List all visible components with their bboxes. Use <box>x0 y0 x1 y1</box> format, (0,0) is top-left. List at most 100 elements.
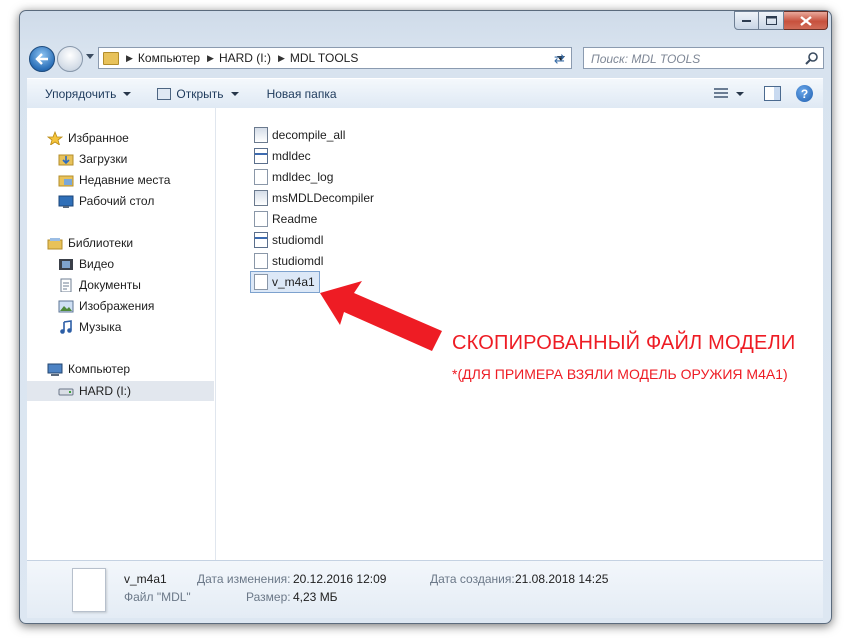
sidebar-item-desktop[interactable]: Рабочий стол <box>58 191 154 211</box>
recent-places-icon <box>58 175 74 187</box>
search-icon[interactable] <box>805 51 819 65</box>
chevron-down-icon <box>230 91 239 96</box>
sidebar-item-drive[interactable]: HARD (I:) <box>58 381 131 401</box>
file-item[interactable]: mdldec_log <box>254 167 333 187</box>
view-controls: ? <box>714 79 823 108</box>
batch-file-icon <box>254 127 268 143</box>
open-label: Открыть <box>176 86 224 101</box>
video-icon <box>59 259 73 270</box>
sidebar-label: Документы <box>79 278 141 292</box>
new-folder-button[interactable]: Новая папка <box>260 81 344 106</box>
restore-icon <box>765 16 777 25</box>
search-placeholder[interactable]: Поиск: MDL TOOLS <box>591 52 700 66</box>
forward-button[interactable] <box>57 46 83 72</box>
sidebar-label: Рабочий стол <box>79 194 155 208</box>
chevron-down-icon[interactable] <box>736 91 744 96</box>
caption-buttons <box>734 11 828 30</box>
images-icon <box>58 300 74 313</box>
back-arrow-icon <box>35 53 48 65</box>
sidebar-item-video[interactable]: Видео <box>58 254 114 274</box>
details-file-name: v_m4a1 <box>124 572 167 586</box>
breadcrumb-folder[interactable]: MDL TOOLS <box>290 51 358 65</box>
organize-label: Упорядочить <box>45 86 117 101</box>
file-item[interactable]: Readme <box>254 209 317 229</box>
modified-label: Дата изменения: <box>197 572 291 586</box>
sidebar-item-favorites[interactable]: Избранное <box>47 128 129 148</box>
sidebar-item-recent[interactable]: Недавние места <box>58 170 170 190</box>
back-button[interactable] <box>29 46 55 72</box>
minimize-icon <box>742 19 751 22</box>
modified-value: 20.12.2016 12:09 <box>293 572 387 586</box>
file-item-selected[interactable]: v_m4a1 <box>250 271 320 293</box>
file-icon <box>254 274 268 290</box>
file-name: studiomdl <box>272 233 324 247</box>
sidebar-label: Компьютер <box>68 362 131 376</box>
file-name: v_m4a1 <box>272 275 315 289</box>
application-icon <box>254 148 268 164</box>
sidebar-item-computer[interactable]: Компьютер <box>47 359 130 379</box>
file-preview-icon <box>72 568 106 612</box>
file-item[interactable]: studiomdl <box>254 251 323 271</box>
downloads-folder-icon <box>58 154 74 166</box>
libraries-icon <box>47 238 63 250</box>
created-value: 21.08.2018 14:25 <box>515 572 609 586</box>
help-icon[interactable]: ? <box>796 85 813 102</box>
chevron-right-icon[interactable]: ▶ <box>278 53 285 64</box>
file-name: Readme <box>272 212 318 226</box>
sidebar-label: Музыка <box>79 320 122 334</box>
sidebar-label: Избранное <box>68 131 129 145</box>
file-item[interactable]: mdldec <box>254 146 311 166</box>
file-item[interactable]: msMDLDecompiler <box>254 188 374 208</box>
text-file-icon <box>254 253 268 269</box>
star-icon <box>47 131 63 145</box>
sidebar-label: Изображения <box>79 299 155 313</box>
sidebar-label: Недавние места <box>79 173 171 187</box>
navigation-pane[interactable]: Избранное Загрузки Недавние места Рабочи… <box>27 108 216 560</box>
details-file-type: Файл "MDL" <box>124 590 191 604</box>
sidebar-item-documents[interactable]: Документы <box>58 275 141 295</box>
sidebar-label: Загрузки <box>79 152 128 166</box>
annotation-arrow-icon <box>320 281 442 351</box>
minimize-button[interactable] <box>734 11 759 30</box>
file-name: decompile_all <box>272 128 346 142</box>
preview-pane-icon[interactable] <box>764 86 781 101</box>
application-icon <box>254 232 268 248</box>
file-name: mdldec_log <box>272 170 334 184</box>
new-folder-label: Новая папка <box>266 86 337 101</box>
history-dropdown-icon[interactable] <box>86 54 94 59</box>
breadcrumb-computer[interactable]: Компьютер <box>138 51 200 65</box>
maximize-button[interactable] <box>759 11 784 30</box>
size-value: 4,23 МБ <box>293 590 338 604</box>
text-file-icon <box>254 169 268 185</box>
breadcrumb-drive[interactable]: HARD (I:) <box>219 51 271 65</box>
sidebar-item-images[interactable]: Изображения <box>58 296 154 316</box>
computer-icon <box>47 363 63 376</box>
drive-icon <box>58 388 74 396</box>
sidebar-item-downloads[interactable]: Загрузки <box>58 149 127 169</box>
address-bar[interactable]: ▶ Компьютер ▶ HARD (I:) ▶ MDL TOOLS <box>98 47 572 69</box>
annotation-subtitle: *(ДЛЯ ПРИМЕРА ВЗЯЛИ МОДЕЛЬ ОРУЖИЯ M4A1) <box>452 366 788 382</box>
file-item[interactable]: decompile_all <box>254 125 345 145</box>
sidebar-label: Видео <box>79 257 115 271</box>
details-pane: v_m4a1 Файл "MDL" Дата изменения: 20.12.… <box>27 560 823 618</box>
sidebar-label: Библиотеки <box>68 236 134 250</box>
open-button[interactable]: Открыть <box>150 81 245 106</box>
refresh-icon[interactable]: ⇄ <box>554 51 565 67</box>
desktop-icon <box>58 195 74 208</box>
chevron-right-icon[interactable]: ▶ <box>126 53 133 64</box>
search-box[interactable]: Поиск: MDL TOOLS <box>583 47 824 69</box>
close-icon <box>799 15 812 26</box>
sidebar-label: HARD (I:) <box>79 384 131 398</box>
explorer-window: ▶ Компьютер ▶ HARD (I:) ▶ MDL TOOLS ⇄ По… <box>19 10 832 624</box>
sidebar-item-libraries[interactable]: Библиотеки <box>47 233 133 253</box>
file-name: studiomdl <box>272 254 324 268</box>
file-name: msMDLDecompiler <box>272 191 375 205</box>
view-options-icon[interactable] <box>714 87 728 100</box>
file-item[interactable]: studiomdl <box>254 230 323 250</box>
sidebar-item-music[interactable]: Музыка <box>58 317 121 337</box>
application-icon <box>254 190 268 206</box>
chevron-right-icon[interactable]: ▶ <box>207 53 214 64</box>
text-file-icon <box>254 211 268 227</box>
organize-button[interactable]: Упорядочить <box>38 81 138 106</box>
close-button[interactable] <box>784 11 828 30</box>
